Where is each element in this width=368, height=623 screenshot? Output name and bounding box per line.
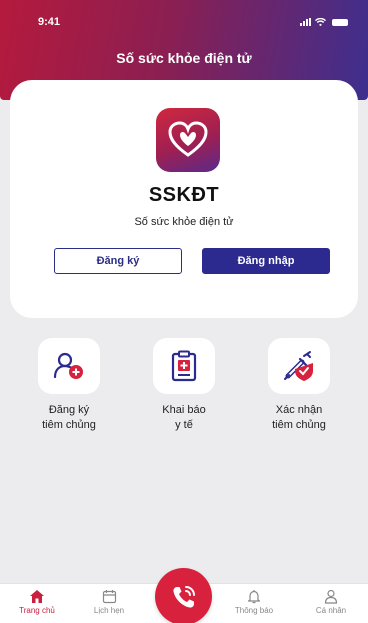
- home-icon: [12, 588, 62, 604]
- emergency-call-button[interactable]: [155, 568, 212, 623]
- feature-shortcuts: Đăng ký tiêm chủng Khai báo y tế Xác nhậ…: [0, 338, 368, 448]
- nav-item-home[interactable]: Trang chủ: [12, 588, 62, 615]
- app-logo: [156, 108, 220, 172]
- feature-label: Xác nhận tiêm chủng: [272, 404, 326, 431]
- heart-hands-icon: [168, 121, 208, 157]
- signal-icon: [300, 18, 311, 26]
- login-button[interactable]: Đăng nhập: [202, 248, 330, 274]
- register-button[interactable]: Đăng ký: [54, 248, 182, 274]
- nav-item-notifications[interactable]: Thông báo: [229, 588, 279, 615]
- feature-label: Khai báo y tế: [162, 404, 206, 431]
- nav-label: Thông báo: [234, 606, 274, 615]
- feature-health-declaration[interactable]: Khai báo y tế: [134, 338, 234, 433]
- feature-vaccination-register[interactable]: Đăng ký tiêm chủng: [19, 338, 119, 433]
- status-time: 9:41: [38, 16, 61, 28]
- calendar-icon: [84, 588, 134, 604]
- feature-vaccination-confirm[interactable]: Xác nhận tiêm chủng: [249, 338, 349, 433]
- nav-label: Lịch hẹn: [93, 606, 125, 615]
- status-bar: 9:41: [0, 0, 368, 44]
- bell-icon: [229, 588, 279, 604]
- app-subtitle: Số sức khỏe điện tử: [134, 216, 234, 228]
- phone-icon: [172, 585, 195, 608]
- nav-item-appointments[interactable]: Lịch hẹn: [84, 588, 134, 615]
- battery-icon: [332, 18, 348, 26]
- nav-item-profile[interactable]: Cá nhân: [306, 588, 356, 615]
- nav-label: Trang chủ: [19, 606, 55, 615]
- page-title: Số sức khỏe điện tử: [116, 50, 252, 66]
- nav-label: Cá nhân: [315, 606, 347, 615]
- app-name: SSKĐT: [148, 184, 220, 206]
- wifi-icon: [315, 18, 326, 26]
- feature-label: Đăng ký tiêm chủng: [42, 404, 96, 431]
- medical-clipboard-icon: [153, 338, 215, 394]
- syringe-shield-icon: [268, 338, 330, 394]
- person-icon: [306, 588, 356, 604]
- add-user-icon: [38, 338, 100, 394]
- status-icons: [300, 18, 348, 26]
- welcome-card: SSKĐT Số sức khỏe điện tử Đăng ký Đăng n…: [10, 80, 358, 318]
